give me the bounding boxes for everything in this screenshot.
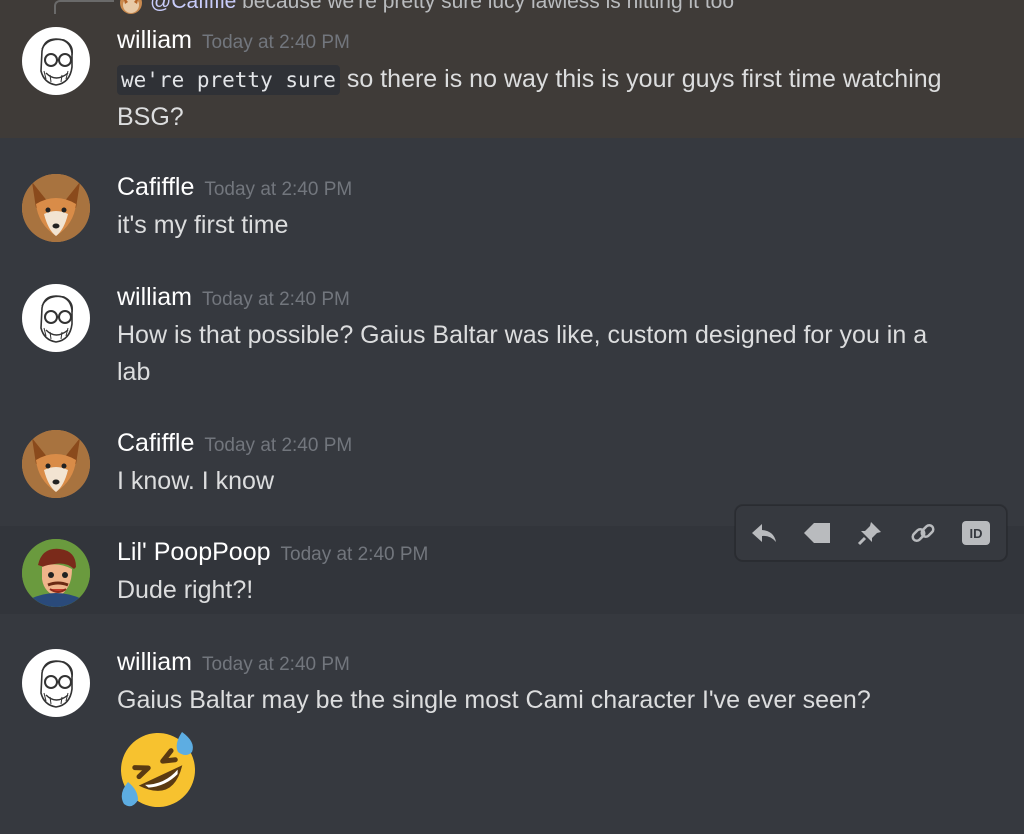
message-item[interactable]: william Today at 2:40 PM Gaius Baltar may… [0, 636, 1024, 834]
timestamp[interactable]: Today at 2:40 PM [202, 289, 350, 310]
avatar[interactable] [22, 539, 90, 607]
reply-preview[interactable]: @Cafiffle because we're pretty sure lucy… [0, 0, 1024, 16]
id-label: ID [970, 526, 983, 541]
timestamp[interactable]: Today at 2:40 PM [204, 435, 352, 456]
pin-icon[interactable] [852, 515, 888, 551]
reply-icon[interactable] [746, 515, 782, 551]
timestamp[interactable]: Today at 2:40 PM [202, 654, 350, 675]
reply-avatar [120, 0, 142, 14]
username[interactable]: Cafiffle [117, 429, 194, 457]
avatar[interactable] [22, 284, 90, 352]
message-header: Cafiffle Today at 2:40 PM [117, 173, 352, 202]
message-header: Lil' PoopPoop Today at 2:40 PM [117, 538, 428, 567]
message-header: Cafiffle Today at 2:40 PM [117, 429, 352, 458]
message-header: william Today at 2:40 PM [117, 648, 350, 677]
username[interactable]: william [117, 26, 192, 54]
message-content: I know. I know [117, 463, 977, 500]
avatar[interactable] [22, 27, 90, 95]
message-content: Dude right?! [117, 572, 977, 609]
rofl-emoji-icon[interactable] [116, 728, 200, 812]
message-content: we're pretty sure so there is no way thi… [117, 61, 977, 136]
message-item[interactable]: Cafiffle Today at 2:40 PM I know. I know [0, 416, 1024, 506]
timestamp[interactable]: Today at 2:40 PM [202, 32, 350, 53]
message-header: william Today at 2:40 PM [117, 283, 350, 312]
message-item[interactable]: william Today at 2:40 PM we're pretty sur… [0, 16, 1024, 138]
username[interactable]: Lil' PoopPoop [117, 538, 271, 566]
reply-connector [54, 0, 114, 14]
reply-preview-text: @Cafiffle because we're pretty sure lucy… [150, 0, 734, 14]
message-header: william Today at 2:40 PM [117, 26, 350, 55]
message-content: it's my first time [117, 207, 977, 244]
timestamp[interactable]: Today at 2:40 PM [204, 179, 352, 200]
message-text: Gaius Baltar may be the single most Cami… [117, 686, 871, 714]
message-text: How is that possible? Gaius Baltar was l… [117, 321, 928, 386]
link-icon[interactable] [905, 515, 941, 551]
message-content: Gaius Baltar may be the single most Cami… [117, 682, 977, 719]
avatar[interactable] [22, 649, 90, 717]
tag-icon[interactable] [799, 515, 835, 551]
reply-mention[interactable]: @Cafiffle [150, 0, 236, 13]
reply-preview-message: because we're pretty sure lucy lawless i… [236, 0, 735, 13]
message-text: Dude right?! [117, 576, 254, 604]
message-item[interactable]: william Today at 2:40 PM How is that poss… [0, 270, 1024, 400]
avatar[interactable] [22, 174, 90, 242]
username[interactable]: william [117, 283, 192, 311]
inline-code: we're pretty sure [117, 65, 340, 95]
message-text: I know. I know [117, 467, 275, 495]
message-text: it's my first time [117, 211, 289, 239]
message-item[interactable]: Cafiffle Today at 2:40 PM it's my first t… [0, 160, 1024, 250]
timestamp[interactable]: Today at 2:40 PM [281, 544, 429, 565]
avatar[interactable] [22, 430, 90, 498]
message-content: How is that possible? Gaius Baltar was l… [117, 317, 947, 391]
username[interactable]: Cafiffle [117, 173, 194, 201]
username[interactable]: william [117, 648, 192, 676]
id-icon[interactable]: ID [958, 515, 994, 551]
message-actions-toolbar: ID [735, 505, 1007, 561]
